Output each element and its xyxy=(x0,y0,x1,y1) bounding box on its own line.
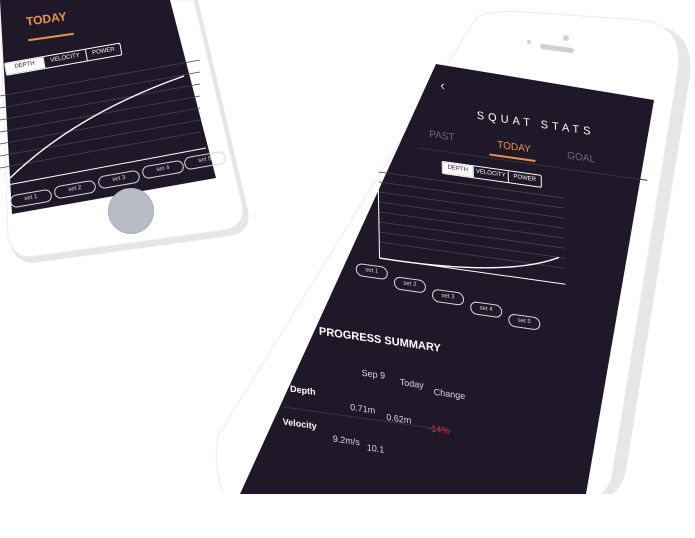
front-sensor xyxy=(527,40,531,44)
back-arrow-icon[interactable]: ‹ xyxy=(440,77,445,94)
screen-title: SQUAT STATS xyxy=(476,109,595,139)
front-camera xyxy=(563,35,569,41)
tab-goal[interactable]: GOAL xyxy=(567,150,595,165)
set-4[interactable]: set 4 xyxy=(470,300,503,319)
tab-today[interactable]: TODAY xyxy=(497,140,531,156)
set-5[interactable]: set 5 xyxy=(508,313,541,331)
front-screen-content: ‹ SQUAT STATS PAST TODAY GOAL DEPTH VELO… xyxy=(282,64,674,538)
